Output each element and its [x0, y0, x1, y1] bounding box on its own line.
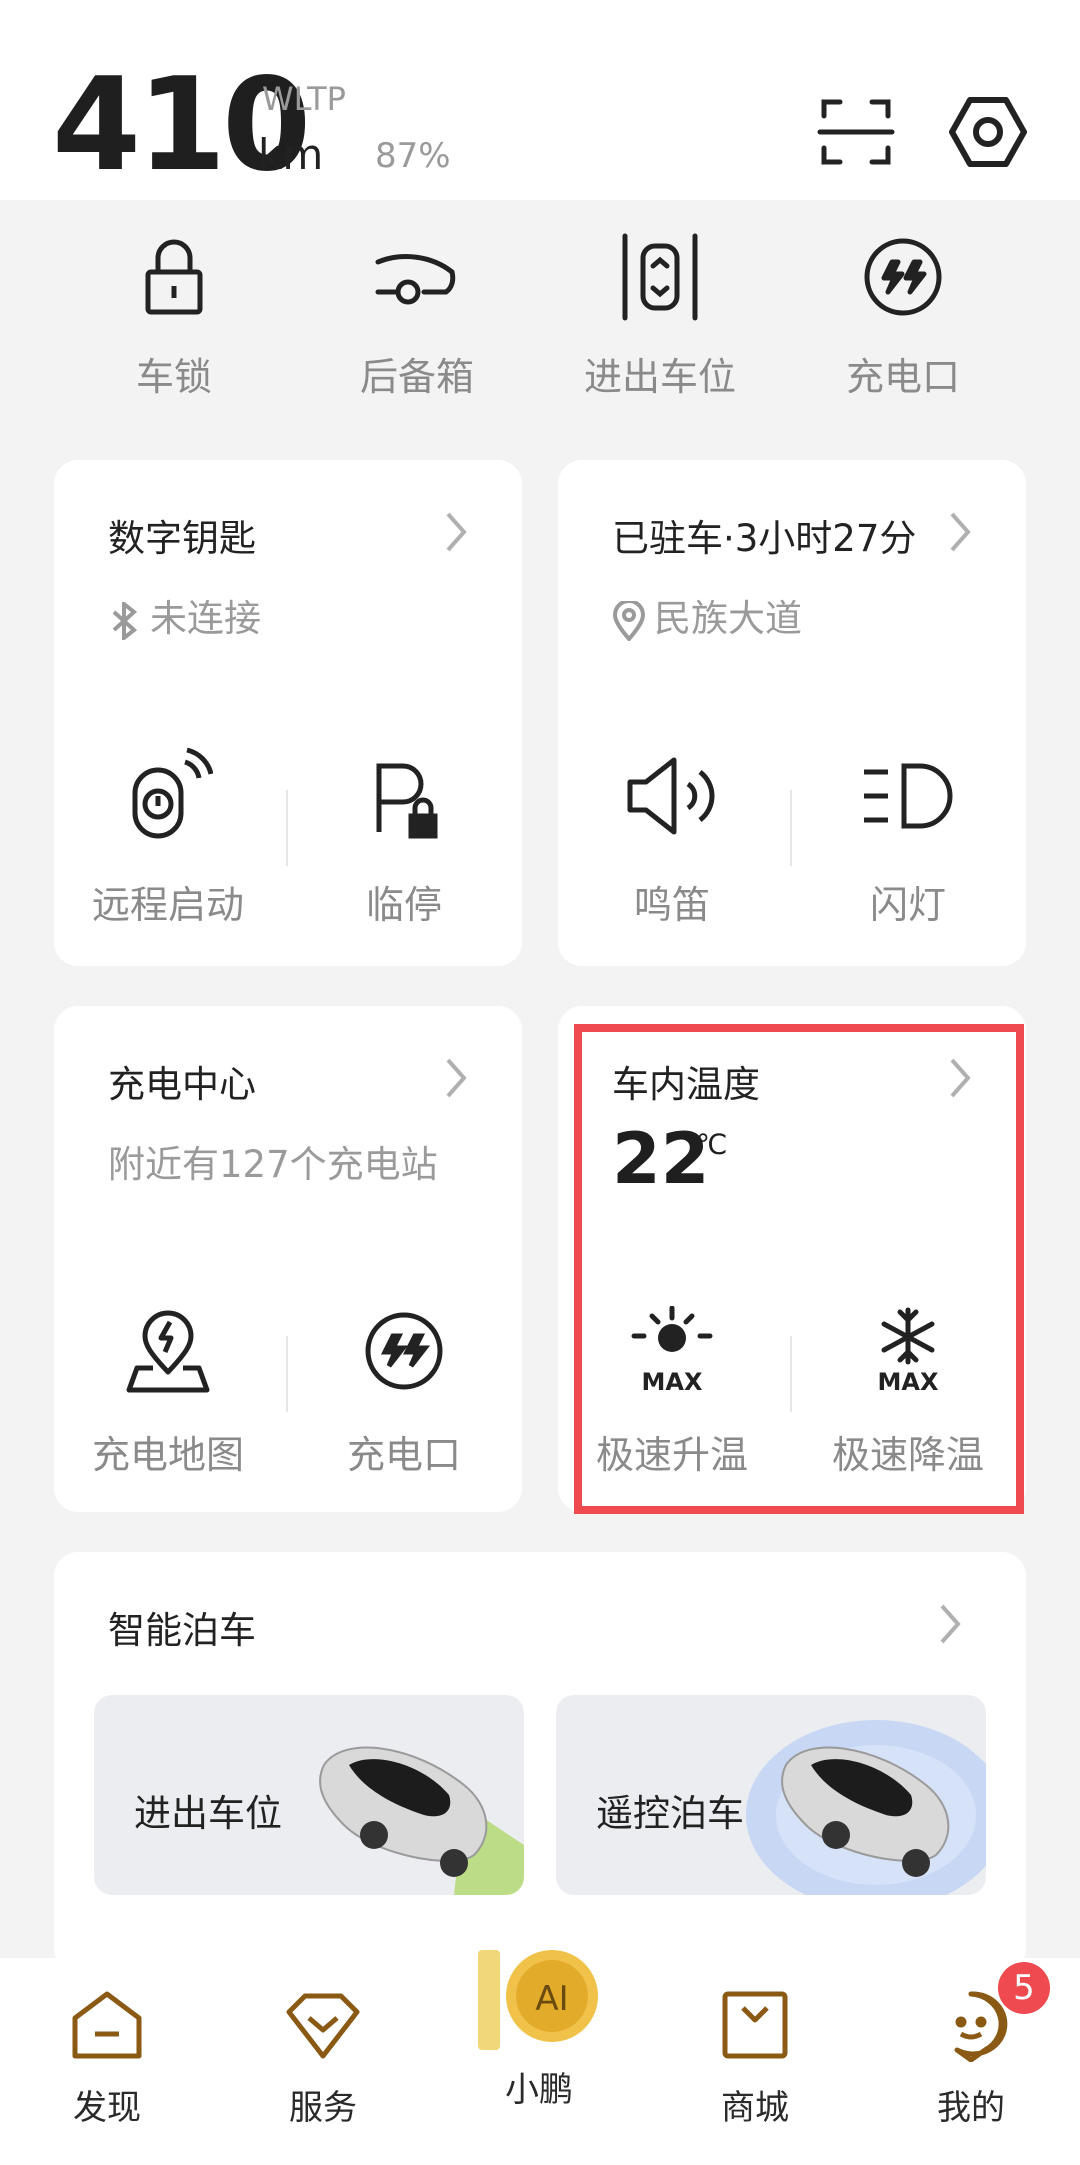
ai-logo-icon: AI: [478, 1950, 598, 2050]
charge-map-button[interactable]: 充电地图: [68, 1306, 268, 1479]
key-status-text: 未连接: [150, 597, 261, 640]
key-status: 未连接: [108, 588, 261, 642]
action-label: 充电口: [346, 1433, 461, 1477]
quick-action-label: 进出车位: [583, 355, 736, 399]
charge-port-icon: [365, 1312, 443, 1390]
car-remote-image-icon: [746, 1720, 986, 1895]
tab-label: 服务: [289, 2088, 357, 2128]
bottom-tab-bar: 发现 服务 AI 小鹏 商城 我的: [0, 1950, 1080, 2165]
action-label: 临停: [365, 883, 442, 927]
tab-mall[interactable]: 商城: [670, 1988, 840, 2129]
trunk-icon: [375, 254, 456, 305]
parking-tile-remote[interactable]: 遥控泊车: [556, 1695, 986, 1895]
range-unit: km: [258, 130, 324, 179]
scan-icon[interactable]: [816, 92, 896, 172]
headlight-icon: [864, 763, 953, 829]
location-pin-icon: [612, 598, 646, 642]
notification-badge: 5: [998, 1962, 1050, 2014]
parking-tile-exit[interactable]: 进出车位: [94, 1695, 524, 1895]
temp-parking-icon: [376, 763, 438, 839]
quick-action-label: 充电口: [845, 355, 960, 399]
car-image-icon: [319, 1746, 524, 1895]
divider: [286, 790, 288, 866]
charging-subtitle: 附近有127个充电站: [108, 1143, 438, 1186]
quick-action-trunk[interactable]: 后备箱: [317, 232, 517, 401]
tab-label: 商城: [721, 2088, 789, 2128]
tab-service[interactable]: 服务: [238, 1988, 408, 2129]
chevron-right-icon: [446, 1058, 467, 1098]
action-label: 远程启动: [91, 883, 244, 927]
tab-label: 发现: [73, 2088, 141, 2128]
parking-exit-icon: [622, 233, 698, 321]
temp-parking-button[interactable]: 临停: [304, 746, 504, 929]
quick-action-parking-exit[interactable]: 进出车位: [560, 232, 760, 401]
range-standard: WLTP: [262, 80, 346, 118]
digital-key-card[interactable]: 数字钥匙 未连接 远程启动 临停: [54, 460, 522, 966]
card-title: 充电中心: [108, 1063, 256, 1106]
remote-start-button[interactable]: 远程启动: [68, 746, 268, 929]
discover-icon: [72, 1991, 142, 2059]
action-label: 鸣笛: [633, 883, 710, 927]
header: 410 WLTP km 87%: [0, 0, 1080, 200]
svg-text:AI: AI: [535, 1979, 568, 2019]
quick-action-charge-port[interactable]: 充电口: [803, 232, 1003, 401]
profile-icon: [954, 1991, 1008, 2062]
tab-label: 小鹏: [505, 2070, 573, 2110]
card-title: 数字钥匙: [108, 517, 256, 560]
tile-label: 进出车位: [134, 1792, 282, 1835]
parked-status-card[interactable]: 已驻车·3小时27分 民族大道 鸣笛 闪灯: [558, 460, 1026, 966]
parked-location: 民族大道: [612, 588, 802, 642]
charge-map-icon: [126, 1310, 210, 1393]
chevron-right-icon: [950, 512, 971, 552]
service-icon: [286, 1993, 360, 2059]
quick-action-label: 后备箱: [359, 355, 474, 399]
card-title: 智能泊车: [108, 1609, 256, 1652]
quick-action-label: 车锁: [135, 355, 212, 399]
horn-button[interactable]: 鸣笛: [572, 746, 772, 929]
flash-lights-button[interactable]: 闪灯: [808, 746, 1008, 929]
tile-label: 遥控泊车: [596, 1792, 744, 1835]
action-label: 闪灯: [869, 883, 946, 927]
action-label: 充电地图: [91, 1433, 244, 1477]
battery-percent: 87%: [375, 136, 451, 176]
tab-label: 我的: [937, 2088, 1005, 2128]
card-title: 已驻车·3小时27分: [612, 517, 917, 560]
chevron-right-icon: [446, 512, 467, 552]
quick-action-lock[interactable]: 车锁: [74, 232, 274, 401]
tab-xpeng-ai[interactable]: AI 小鹏: [454, 1946, 624, 2111]
bluetooth-icon: [112, 599, 138, 642]
horn-icon: [627, 757, 715, 835]
charging-center-card[interactable]: 充电中心 附近有127个充电站 充电地图 充电口: [54, 1006, 522, 1512]
charge-port-icon: [864, 238, 942, 316]
settings-icon[interactable]: [948, 92, 1028, 172]
charge-port-button[interactable]: 充电口: [304, 1306, 504, 1479]
divider: [286, 1336, 288, 1412]
tab-discover[interactable]: 发现: [22, 1988, 192, 2129]
chevron-right-icon: [940, 1604, 961, 1644]
remote-start-icon: [132, 747, 213, 839]
mall-icon: [722, 1991, 788, 2059]
divider: [790, 790, 792, 866]
lock-icon: [145, 239, 203, 315]
highlight-box: [574, 1024, 1024, 1514]
parked-location-text: 民族大道: [654, 597, 802, 640]
